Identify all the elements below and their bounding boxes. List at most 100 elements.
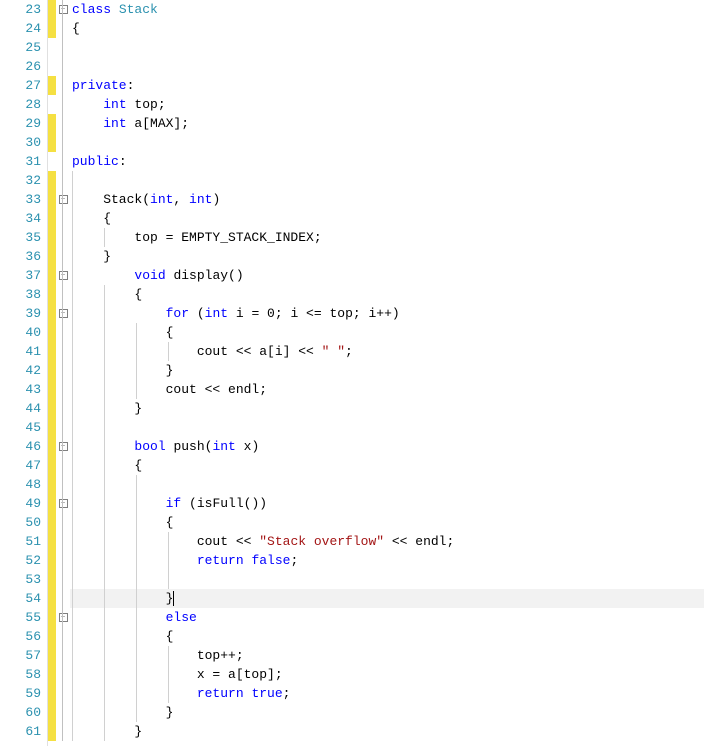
- indent-guide: [72, 209, 73, 228]
- fold-cell[interactable]: −: [56, 608, 70, 627]
- code-line[interactable]: [70, 475, 704, 494]
- code-line[interactable]: private:: [70, 76, 704, 95]
- modification-marker: [48, 418, 56, 437]
- code-line[interactable]: int top;: [70, 95, 704, 114]
- indent-guide: [104, 646, 105, 665]
- code-line[interactable]: }: [70, 361, 704, 380]
- indent-guide: [104, 703, 105, 722]
- code-line[interactable]: for (int i = 0; i <= top; i++): [70, 304, 704, 323]
- code-line[interactable]: }: [70, 247, 704, 266]
- indent-guide: [104, 570, 105, 589]
- line-number: 58: [0, 665, 47, 684]
- modification-marker: [48, 95, 56, 114]
- code-line[interactable]: [70, 570, 704, 589]
- fold-toggle-icon[interactable]: −: [59, 5, 68, 14]
- indent-guide: [72, 399, 73, 418]
- fold-cell[interactable]: −: [56, 190, 70, 209]
- fold-toggle-icon[interactable]: −: [59, 613, 68, 622]
- code-line[interactable]: }: [70, 703, 704, 722]
- fold-toggle-icon[interactable]: −: [59, 195, 68, 204]
- fold-cell: [56, 342, 70, 361]
- indent-guide: [72, 247, 73, 266]
- fold-cell: [56, 589, 70, 608]
- indent-guide: [72, 646, 73, 665]
- code-line[interactable]: else: [70, 608, 704, 627]
- code-line[interactable]: {: [70, 627, 704, 646]
- code-line[interactable]: {: [70, 209, 704, 228]
- line-number: 45: [0, 418, 47, 437]
- code-line[interactable]: [70, 171, 704, 190]
- indent-guide: [104, 494, 105, 513]
- code-line[interactable]: [70, 418, 704, 437]
- fold-cell: [56, 684, 70, 703]
- modification-marker: [48, 114, 56, 133]
- modification-marker: [48, 0, 56, 19]
- modification-marker: [48, 76, 56, 95]
- indent-guide: [136, 494, 137, 513]
- code-line[interactable]: {: [70, 513, 704, 532]
- line-number: 38: [0, 285, 47, 304]
- indent-guide: [72, 228, 73, 247]
- modification-marker: [48, 190, 56, 209]
- code-line[interactable]: {: [70, 285, 704, 304]
- code-text: int a[MAX];: [72, 116, 189, 131]
- fold-toggle-icon[interactable]: −: [59, 271, 68, 280]
- line-number: 29: [0, 114, 47, 133]
- code-line[interactable]: top = EMPTY_STACK_INDEX;: [70, 228, 704, 247]
- code-text: if (isFull()): [72, 496, 267, 511]
- line-number: 50: [0, 513, 47, 532]
- fold-cell: [56, 513, 70, 532]
- fold-toggle-icon[interactable]: −: [59, 309, 68, 318]
- code-line[interactable]: return false;: [70, 551, 704, 570]
- fold-toggle-icon[interactable]: −: [59, 442, 68, 451]
- code-line[interactable]: Stack(int, int): [70, 190, 704, 209]
- fold-cell[interactable]: −: [56, 304, 70, 323]
- indent-guide: [72, 513, 73, 532]
- code-line[interactable]: {: [70, 323, 704, 342]
- indent-guide: [72, 323, 73, 342]
- code-line[interactable]: public:: [70, 152, 704, 171]
- modification-marker: [48, 437, 56, 456]
- code-line[interactable]: cout << a[i] << " ";: [70, 342, 704, 361]
- code-line[interactable]: return true;: [70, 684, 704, 703]
- code-line[interactable]: {: [70, 456, 704, 475]
- code-line[interactable]: cout << endl;: [70, 380, 704, 399]
- code-text: Stack(int, int): [72, 192, 220, 207]
- code-line[interactable]: if (isFull()): [70, 494, 704, 513]
- modification-marker: [48, 608, 56, 627]
- code-line[interactable]: }: [70, 589, 704, 608]
- code-line[interactable]: [70, 38, 704, 57]
- indent-guide: [72, 551, 73, 570]
- fold-cell: [56, 456, 70, 475]
- fold-cell[interactable]: −: [56, 437, 70, 456]
- code-text: }: [72, 724, 142, 739]
- fold-cell[interactable]: −: [56, 266, 70, 285]
- code-line[interactable]: void display(): [70, 266, 704, 285]
- code-line[interactable]: x = a[top];: [70, 665, 704, 684]
- indent-guide: [104, 684, 105, 703]
- indent-guide: [136, 323, 137, 342]
- line-number: 39: [0, 304, 47, 323]
- code-text: {: [72, 211, 111, 226]
- code-line[interactable]: bool push(int x): [70, 437, 704, 456]
- indent-guide: [168, 342, 169, 361]
- fold-cell[interactable]: −: [56, 494, 70, 513]
- code-line[interactable]: cout << "Stack overflow" << endl;: [70, 532, 704, 551]
- code-line[interactable]: }: [70, 722, 704, 741]
- indent-guide: [72, 665, 73, 684]
- code-line[interactable]: int a[MAX];: [70, 114, 704, 133]
- code-line[interactable]: [70, 57, 704, 76]
- code-line[interactable]: [70, 133, 704, 152]
- code-line[interactable]: class Stack: [70, 0, 704, 19]
- fold-toggle-icon[interactable]: −: [59, 499, 68, 508]
- code-line[interactable]: top++;: [70, 646, 704, 665]
- code-area[interactable]: class Stack{private: int top; int a[MAX]…: [70, 0, 704, 746]
- line-number: 24: [0, 19, 47, 38]
- indent-guide: [104, 627, 105, 646]
- modification-marker: [48, 627, 56, 646]
- line-number: 55: [0, 608, 47, 627]
- code-line[interactable]: {: [70, 19, 704, 38]
- code-line[interactable]: }: [70, 399, 704, 418]
- fold-cell[interactable]: −: [56, 0, 70, 19]
- indent-guide: [72, 304, 73, 323]
